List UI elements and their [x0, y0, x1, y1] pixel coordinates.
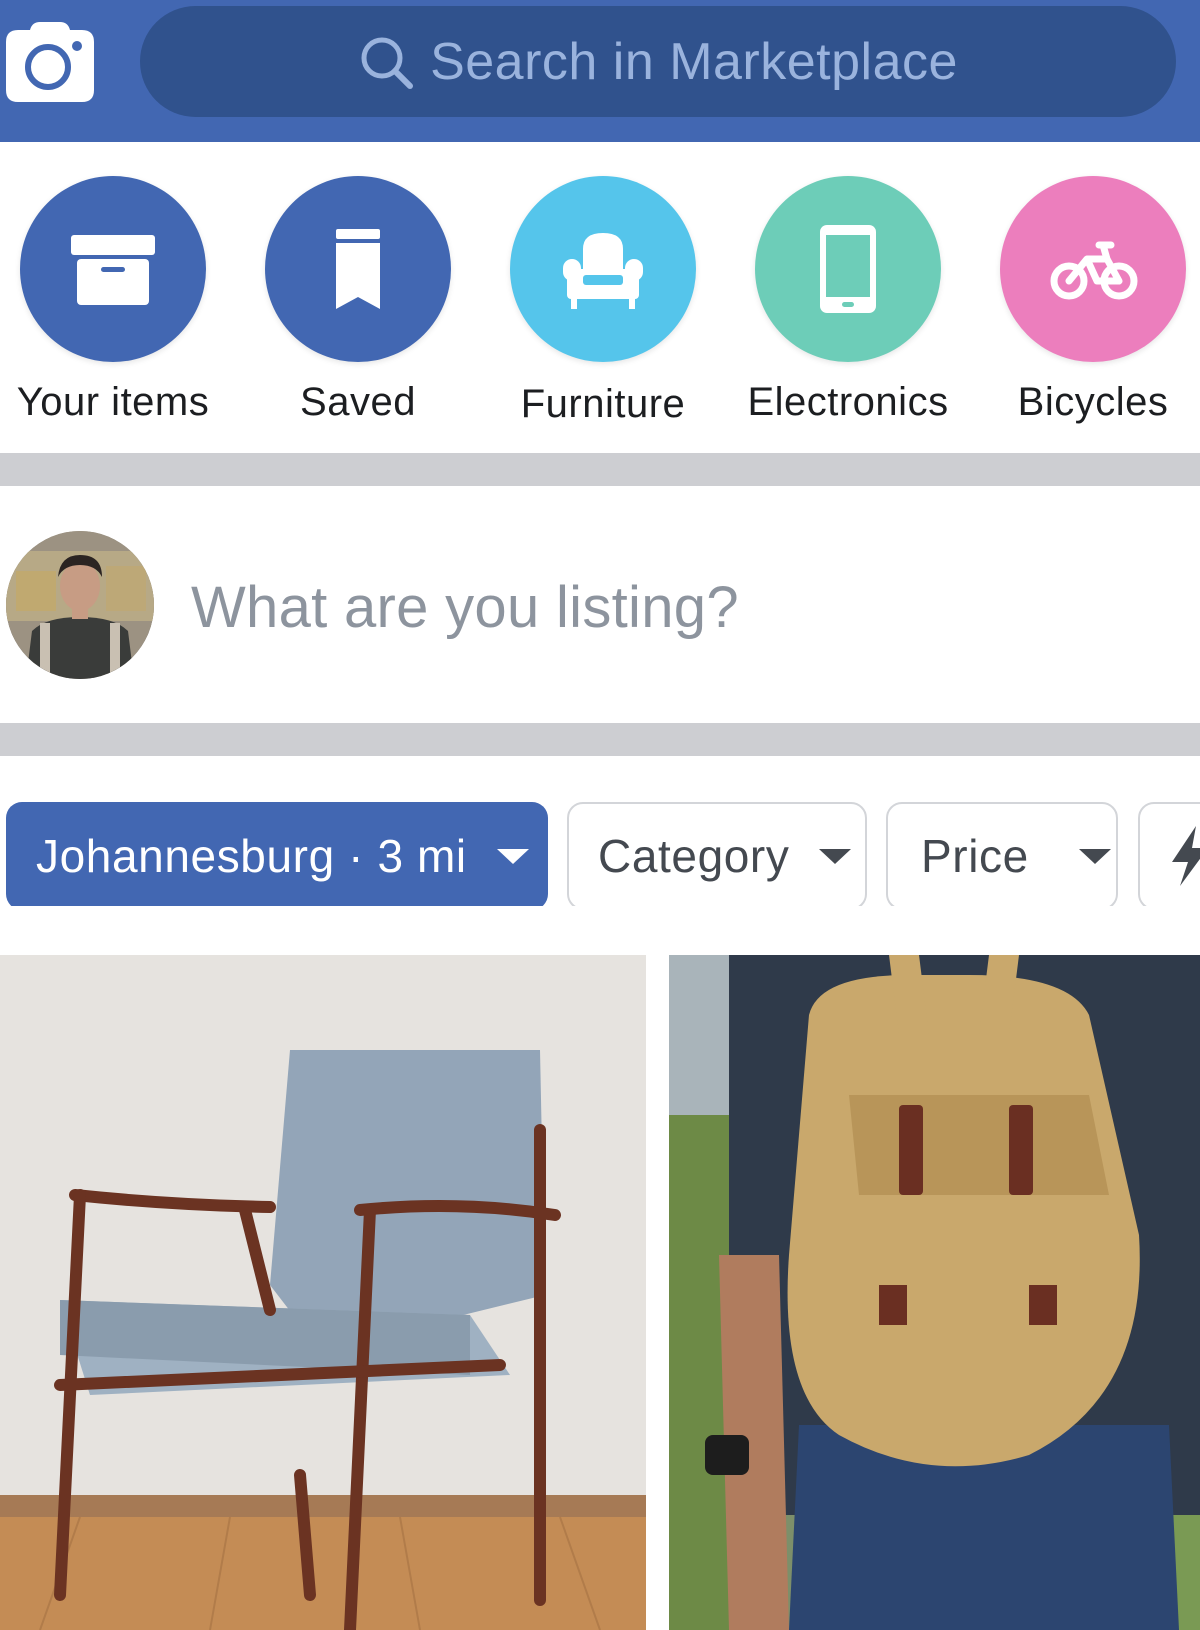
shortcut-your-items[interactable]: Your items	[0, 176, 233, 425]
caret-down-icon	[819, 848, 852, 864]
bookmark-icon	[308, 219, 408, 319]
armchair-icon	[553, 219, 653, 319]
listing-grid	[0, 955, 1200, 1630]
shortcut-label: Electronics	[747, 380, 949, 424]
shortcut-circle	[265, 176, 451, 362]
location-filter[interactable]: Johannesburg · 3 mi	[6, 802, 548, 906]
camera-button[interactable]	[6, 22, 94, 102]
shortcut-electronics[interactable]: Electronics	[728, 176, 968, 425]
price-filter-label: Price	[921, 830, 1029, 882]
archive-box-icon	[63, 219, 163, 319]
shortcut-saved[interactable]: Saved	[238, 176, 478, 425]
shortcut-circle	[20, 176, 206, 362]
category-filter[interactable]: Category	[567, 802, 867, 906]
listing-image-backpack	[669, 955, 1200, 1630]
shortcut-label: Bicycles	[1017, 380, 1169, 424]
caret-down-icon	[496, 848, 529, 864]
composer-prompt: What are you listing?	[191, 575, 739, 640]
shortcut-circle	[1000, 176, 1186, 362]
listing-image-armchair	[0, 955, 646, 1630]
shortcut-label: Furniture	[520, 382, 686, 426]
category-filter-label: Category	[598, 830, 790, 882]
price-filter[interactable]: Price	[886, 802, 1118, 906]
quick-filter[interactable]	[1138, 802, 1200, 906]
user-avatar[interactable]	[6, 531, 154, 679]
shortcut-circle	[510, 176, 696, 362]
listing-card[interactable]	[669, 955, 1200, 1630]
search-icon	[358, 34, 416, 92]
category-shortcuts: Your items Saved Furniture Electronics B…	[0, 142, 1200, 454]
listing-card[interactable]	[0, 955, 646, 1630]
lightning-bolt-icon	[1170, 826, 1200, 886]
section-divider	[0, 453, 1200, 486]
marketplace-header: Search in Marketplace	[0, 0, 1200, 142]
caret-down-icon	[1078, 848, 1111, 864]
shortcut-label: Saved	[300, 380, 416, 424]
section-divider	[0, 723, 1200, 756]
shortcut-bicycles[interactable]: Bicycles	[973, 176, 1200, 425]
filter-bar: Johannesburg · 3 mi Category Price	[0, 756, 1200, 906]
listing-composer[interactable]: What are you listing?	[0, 486, 1200, 723]
shortcut-furniture[interactable]: Furniture	[483, 176, 723, 427]
shortcut-label: Your items	[16, 380, 210, 424]
smartphone-icon	[798, 219, 898, 319]
bicycle-icon	[1043, 219, 1143, 319]
search-input[interactable]: Search in Marketplace	[140, 6, 1176, 117]
camera-icon	[6, 22, 94, 102]
shortcut-circle	[755, 176, 941, 362]
search-placeholder: Search in Marketplace	[430, 32, 958, 91]
location-filter-label: Johannesburg · 3 mi	[36, 830, 467, 882]
